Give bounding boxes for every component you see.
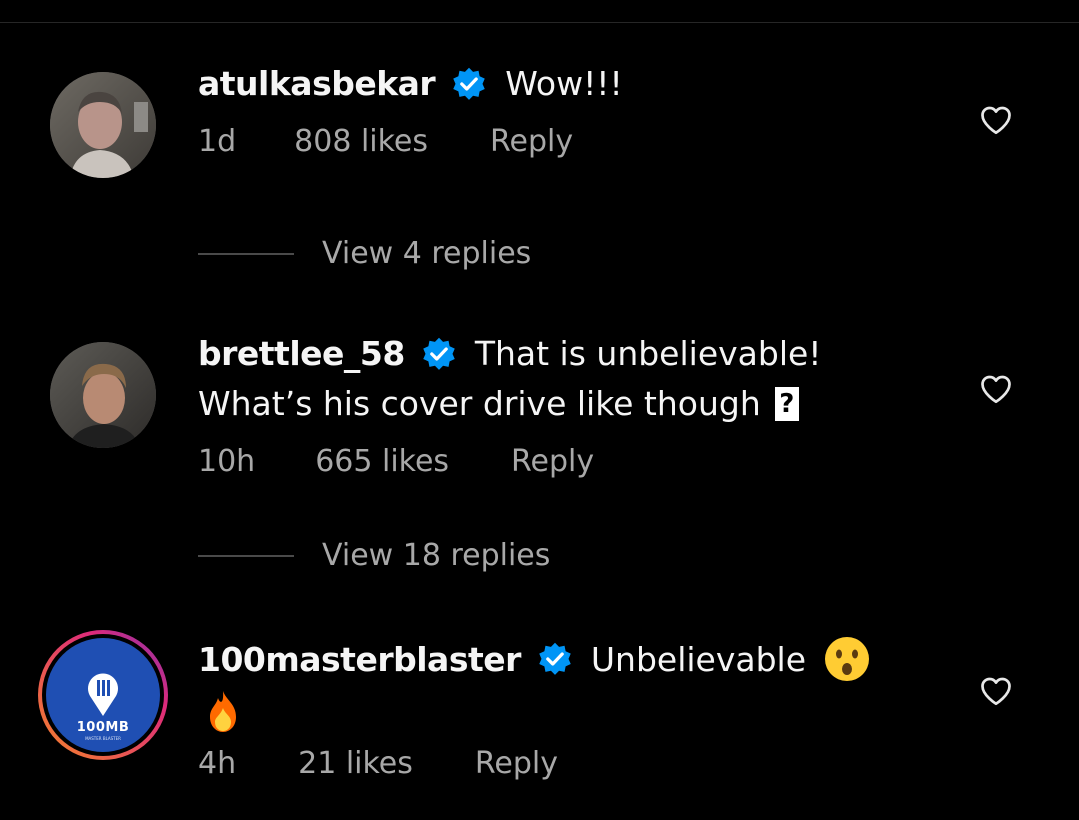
comment-time: 4h [198,746,237,781]
reply-button[interactable]: Reply [475,746,558,781]
view-replies-label[interactable]: View 4 replies [322,236,531,271]
view-replies-button[interactable]: View 4 replies [198,236,531,271]
like-count[interactable]: 665 likes [315,444,449,479]
reply-button[interactable]: Reply [511,444,594,479]
like-count[interactable]: 808 likes [294,124,428,159]
avatar: 100MB MASTER BLASTER [46,638,160,752]
comment-text: Wow!!! [505,64,623,103]
like-count[interactable]: 21 likes [298,746,413,781]
top-divider [0,22,1079,23]
avatar[interactable] [50,342,156,448]
avatar-logo-text: 100MB [76,720,130,735]
heart-icon[interactable] [977,673,1015,709]
username[interactable]: 100masterblaster [198,640,521,679]
reply-button[interactable]: Reply [490,124,573,159]
username[interactable]: atulkasbekar [198,64,436,103]
heart-icon[interactable] [977,371,1015,407]
comment-text: Unbelievable [590,639,807,679]
fire-emoji-icon [210,691,236,732]
username[interactable]: brettlee_58 [198,334,405,373]
comment-time: 1d [198,124,237,159]
view-replies-label[interactable]: View 18 replies [322,538,550,573]
divider [198,554,294,557]
divider [198,252,294,255]
avatar-logo-subtext: MASTER BLASTER [85,736,121,741]
comment-text-continued: What’s his cover drive like though [198,384,761,423]
comment-time: 10h [198,444,256,479]
unknown-glyph-box: ? [774,386,799,421]
verified-badge-icon [539,642,571,675]
comment-text: That is unbelievable! [474,334,822,373]
view-replies-button[interactable]: View 18 replies [198,538,550,573]
story-ring-avatar[interactable]: 100MB MASTER BLASTER [38,630,168,760]
verified-badge-icon [423,337,455,370]
verified-badge-icon [453,67,485,100]
location-pin-icon [88,673,118,716]
astonished-emoji-icon [825,637,870,681]
heart-icon[interactable] [977,102,1015,138]
avatar[interactable] [50,72,156,178]
